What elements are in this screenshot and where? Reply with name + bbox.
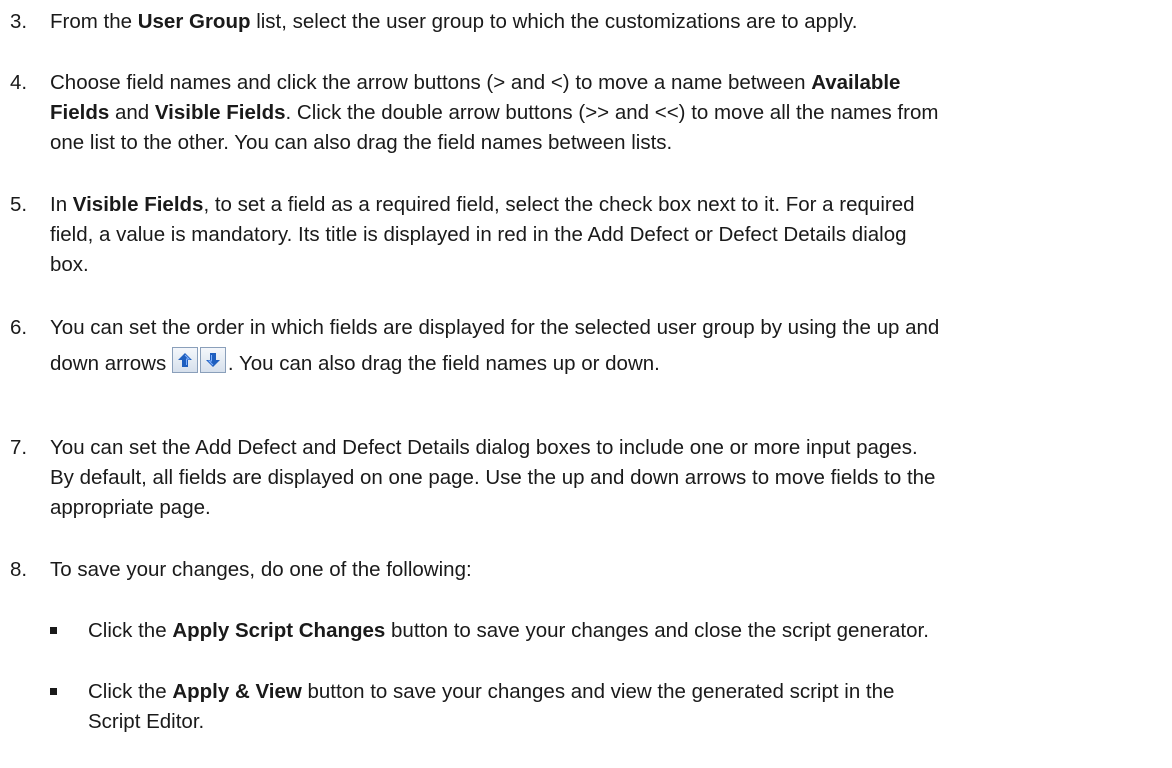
text-run: Click the [88, 680, 173, 703]
ui-term-user-group: User Group [137, 10, 251, 33]
bullet-icon [50, 627, 57, 634]
text-run: From the [50, 10, 138, 33]
bullet-icon [50, 688, 57, 695]
text-line: field, a value is mandatory. Its title i… [50, 223, 907, 246]
step-text: Choose field names and click the arrow b… [50, 68, 1160, 158]
text-run: list, select the user group to which the… [250, 10, 858, 33]
text-run: Choose field names and click the arrow b… [50, 71, 812, 94]
text-run: down arrows [50, 352, 167, 375]
text-run: , to set a field as a required field, se… [203, 193, 915, 216]
text-run: In [50, 193, 73, 216]
move-down-arrow-icon [199, 347, 226, 373]
text-line: To save your changes, do one of the foll… [50, 558, 472, 581]
step-number: 6. [10, 316, 28, 339]
ui-term-apply-and-view: Apply & View [172, 680, 302, 703]
text-line: appropriate page. [50, 496, 211, 519]
text-line: box. [50, 253, 89, 276]
ui-term-apply-script-changes: Apply Script Changes [172, 619, 386, 642]
ui-term-visible-fields: Visible Fields [154, 101, 286, 124]
step-number: 3. [10, 10, 28, 33]
ui-term-available: Available [811, 71, 901, 94]
step-number: 4. [10, 71, 28, 94]
text-run: and [109, 101, 155, 124]
help-document: 3. From the User Group list, select the … [0, 0, 1172, 768]
step-text: You can set the Add Defect and Defect De… [50, 433, 1160, 523]
step-text: In Visible Fields, to set a field as a r… [50, 190, 1160, 280]
step-number: 8. [10, 558, 28, 581]
step-text: To save your changes, do one of the foll… [50, 555, 1160, 585]
text-run: . Click the double arrow buttons (>> and… [285, 101, 939, 124]
text-line: Script Editor. [88, 710, 205, 733]
step-number: 7. [10, 436, 28, 459]
sub-item-text: Click the Apply Script Changes button to… [88, 616, 1158, 646]
text-line: By default, all fields are displayed on … [50, 466, 936, 489]
ui-term-visible-fields: Visible Fields [72, 193, 204, 216]
text-run: button to save your changes and view the… [301, 680, 895, 703]
step-text: You can set the order in which fields ar… [50, 313, 1160, 379]
text-line: You can set the order in which fields ar… [50, 316, 940, 339]
text-line: one list to the other. You can also drag… [50, 131, 673, 154]
step-text: From the User Group list, select the use… [50, 7, 1160, 37]
text-line: You can set the Add Defect and Defect De… [50, 436, 918, 459]
text-run: . You can also drag the field names up o… [227, 352, 660, 375]
move-up-arrow-icon [171, 347, 198, 373]
sub-item-text: Click the Apply & View button to save yo… [88, 677, 1158, 737]
ui-term-fields: Fields [50, 101, 110, 124]
text-run: Click the [88, 619, 173, 642]
text-run: button to save your changes and close th… [385, 619, 929, 642]
step-number: 5. [10, 193, 28, 216]
